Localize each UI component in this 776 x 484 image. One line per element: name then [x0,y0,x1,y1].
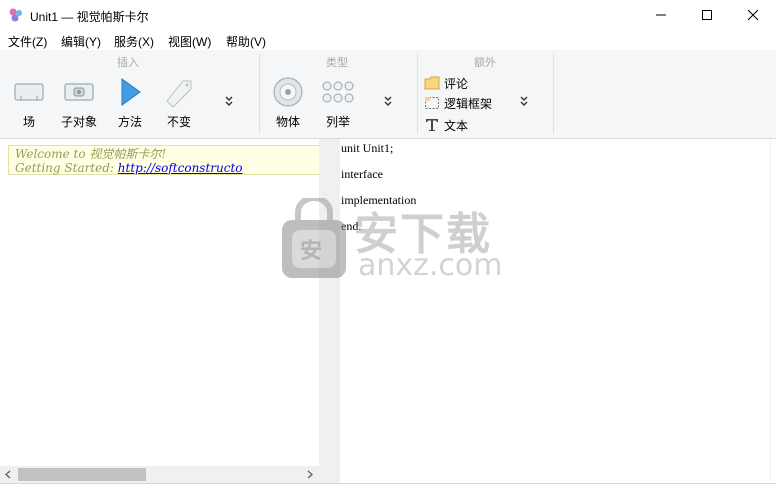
dashed-frame-icon [425,97,439,109]
horizontal-scrollbar[interactable] [0,466,319,483]
welcome-box: Welcome to 视觉帕斯卡尔! Getting Started: http… [8,145,319,175]
text-t-icon [426,119,438,131]
menu-help[interactable]: 帮助(V) [226,33,266,50]
close-icon [747,9,759,21]
menu-service[interactable]: 服务(X) [114,33,154,50]
pane-splitter[interactable] [319,139,340,483]
watermark-shield-char: 安 [300,238,323,263]
watermark: 安 安下载 anxz.com [278,198,503,284]
maximize-icon [702,10,712,20]
method-label: 方法 [117,115,142,129]
subobject-label: 子对象 [60,115,97,129]
ribbon-toolbar: 插入 类型 额外 场 子对象 方法 不变 物体 列举 评论 逻辑框架 文本 [0,50,776,139]
comment-button[interactable]: 评论 [424,73,468,93]
subobject-button[interactable]: 子对象 [58,74,100,132]
comment-label: 评论 [444,76,469,91]
field-label: 场 [22,115,35,129]
invariant-button[interactable]: 不变 [160,74,198,132]
group-separator [417,54,418,134]
welcome-line: Welcome to 视觉帕斯卡尔! [15,147,167,161]
menu-file[interactable]: 文件(Z) [8,33,47,50]
group-separator [553,54,554,134]
text-button[interactable]: 文本 [424,115,468,135]
maximize-button[interactable] [684,0,730,30]
menu-bar: 文件(Z) 编辑(Y) 服务(X) 视图(W) 帮助(V) [0,30,776,50]
invariant-label: 不变 [166,115,191,129]
logic-frame-button[interactable]: 逻辑框架 [424,93,492,113]
chevron-down-icon[interactable] [381,94,395,108]
getting-started-link[interactable]: http://softconstructo [118,161,243,175]
scroll-right-icon[interactable] [306,470,314,479]
app-logo-icon [9,8,22,22]
menu-edit[interactable]: 编辑(Y) [61,33,101,50]
field-button[interactable]: 场 [10,74,48,132]
text-label: 文本 [444,118,469,133]
scroll-left-icon[interactable] [4,470,12,479]
window-title: Unit1 — 视觉帕斯卡尔 [30,10,149,24]
minimize-icon [656,14,666,16]
title-bar: Unit1 — 视觉帕斯卡尔 [0,0,776,30]
method-button[interactable]: 方法 [112,74,148,132]
minimize-button[interactable] [638,0,684,30]
logic-frame-label: 逻辑框架 [444,96,493,111]
scrollbar-thumb[interactable] [18,468,146,481]
enum-dots-icon [322,81,354,103]
enum-button[interactable]: 列举 [320,74,356,132]
tag-icon [166,80,192,108]
group-separator [259,54,260,134]
structure-pane[interactable]: Welcome to 视觉帕斯卡尔! Getting Started: http… [0,139,319,466]
object-button[interactable]: 物体 [270,74,306,132]
group-label-extra: 额外 [474,57,496,69]
chevron-down-icon[interactable] [517,94,531,108]
getting-started-label: Getting Started: [15,161,118,175]
menu-view[interactable]: 视图(W) [168,33,211,50]
field-icon [14,83,44,101]
chevron-down-icon[interactable] [222,94,236,108]
code-line: interface [341,167,383,181]
group-label-insert: 插入 [117,57,139,69]
play-icon [121,78,141,106]
watermark-domain: anxz.com [358,248,503,283]
folder-icon [424,76,440,90]
editor-margin [770,139,776,484]
subobject-icon [64,83,94,101]
code-line: unit Unit1; [341,141,394,155]
enum-label: 列举 [325,115,350,129]
code-editor[interactable]: unit Unit1; interface implementation end… [340,139,776,484]
disc-icon [273,77,303,107]
object-label: 物体 [275,115,300,129]
group-label-type: 类型 [326,57,348,69]
close-button[interactable] [730,0,776,30]
